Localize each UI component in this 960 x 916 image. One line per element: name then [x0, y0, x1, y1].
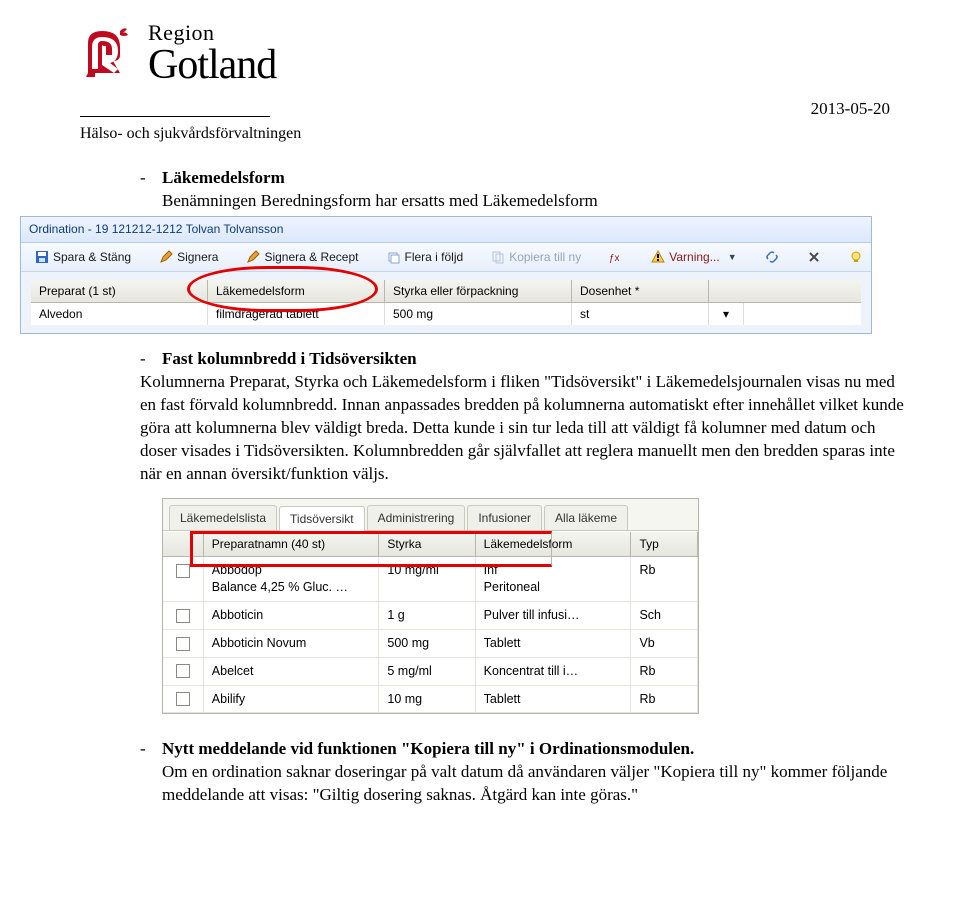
document-date: 2013-05-20	[811, 98, 890, 121]
svg-text:ƒx: ƒx	[609, 253, 620, 264]
copy-icon	[491, 250, 505, 264]
col-dosenhet[interactable]: Dosenhet *	[572, 280, 709, 302]
divider	[80, 116, 270, 117]
ordination-window: Ordination - 19 121212-1212 Tolvan Tolva…	[20, 216, 872, 334]
col-typ[interactable]: Typ	[631, 532, 698, 556]
link-button[interactable]	[757, 247, 787, 267]
save-icon	[35, 250, 49, 264]
tab-infusioner[interactable]: Infusioner	[467, 505, 542, 530]
sign-recept-button[interactable]: Signera & Recept	[238, 246, 366, 268]
tidsoversikt-window: Läkemedelslista Tidsöversikt Administrer…	[162, 498, 699, 715]
toolbar: Spara & Stäng Signera Signera & Recept F…	[21, 243, 871, 272]
tab-lakemedelslista[interactable]: Läkemedelslista	[169, 505, 277, 530]
org-logo: Region Gotland	[80, 22, 920, 86]
stack-icon	[387, 250, 401, 264]
checkbox[interactable]	[176, 609, 190, 623]
ram-icon	[80, 25, 138, 83]
table-row[interactable]: Abbodop Balance 4,25 % Gluc. …10 mg/mlIn…	[163, 557, 698, 602]
checkbox[interactable]	[176, 564, 190, 578]
pen-icon	[246, 250, 260, 264]
col-preparatnamn[interactable]: Preparatnamn (40 st)	[204, 532, 380, 556]
org-name: Region Gotland	[148, 22, 276, 86]
col-styrka[interactable]: Styrka eller förpackning	[385, 280, 572, 302]
section2-body: Kolumnerna Preparat, Styrka och Läkemede…	[140, 371, 910, 486]
chevron-down-icon: ▼	[728, 251, 737, 263]
tabs: Läkemedelslista Tidsöversikt Administrer…	[163, 499, 698, 531]
bulb-icon	[849, 250, 863, 264]
col-lakemedelsform[interactable]: Läkemedelsform	[208, 280, 385, 302]
save-close-button[interactable]: Spara & Stäng	[27, 246, 139, 268]
table-row[interactable]: Abilify10 mgTablettRb	[163, 686, 698, 714]
link-icon	[765, 250, 779, 264]
section2-heading: Fast kolumnbredd i Tidsöversikten	[162, 348, 417, 371]
checkbox[interactable]	[176, 637, 190, 651]
tab-administrering[interactable]: Administrering	[367, 505, 466, 530]
col-styrka2[interactable]: Styrka	[379, 532, 475, 556]
table-row[interactable]: Abboticin1 gPulver till infusi…Sch	[163, 602, 698, 630]
fx-icon: ƒx	[609, 250, 623, 264]
tab-tidsoversikt[interactable]: Tidsöversikt	[279, 506, 365, 531]
info-button[interactable]	[841, 247, 871, 267]
flera-button[interactable]: Flera i följd	[379, 246, 472, 268]
col-preparat[interactable]: Preparat (1 st)	[31, 280, 208, 302]
table-row[interactable]: Alvedon filmdragerad tablett 500 mg st ▾	[31, 303, 861, 325]
section3-body: Om en ordination saknar doseringar på va…	[162, 761, 910, 807]
sign-button[interactable]: Signera	[151, 246, 226, 268]
col-form2[interactable]: Läkemedelsform	[476, 532, 632, 556]
varning-button[interactable]: Varning... ▼	[643, 246, 744, 268]
kopiera-button[interactable]: Kopiera till ny	[483, 246, 589, 268]
checkbox[interactable]	[176, 664, 190, 678]
table-row[interactable]: Abelcet5 mg/mlKoncentrat till i…Rb	[163, 658, 698, 686]
chevron-down-icon[interactable]: ▾	[709, 303, 744, 325]
section1-sub: Benämningen Beredningsform har ersatts m…	[162, 190, 598, 213]
section1-heading: Läkemedelsform	[162, 167, 598, 190]
fx-button[interactable]: ƒx	[601, 247, 631, 267]
pen-icon	[159, 250, 173, 264]
section3-heading: Nytt meddelande vid funktionen "Kopiera …	[162, 738, 910, 761]
checkbox[interactable]	[176, 692, 190, 706]
warning-icon	[651, 250, 665, 264]
department-name: Hälso- och sjukvårdsförvaltningen	[80, 123, 920, 145]
delete-button[interactable]	[799, 247, 829, 267]
close-icon	[807, 250, 821, 264]
window-title: Ordination - 19 121212-1212 Tolvan Tolva…	[21, 217, 871, 242]
table-row[interactable]: Abboticin Novum500 mgTablettVb	[163, 630, 698, 658]
tab-alla[interactable]: Alla läkeme	[544, 505, 628, 530]
